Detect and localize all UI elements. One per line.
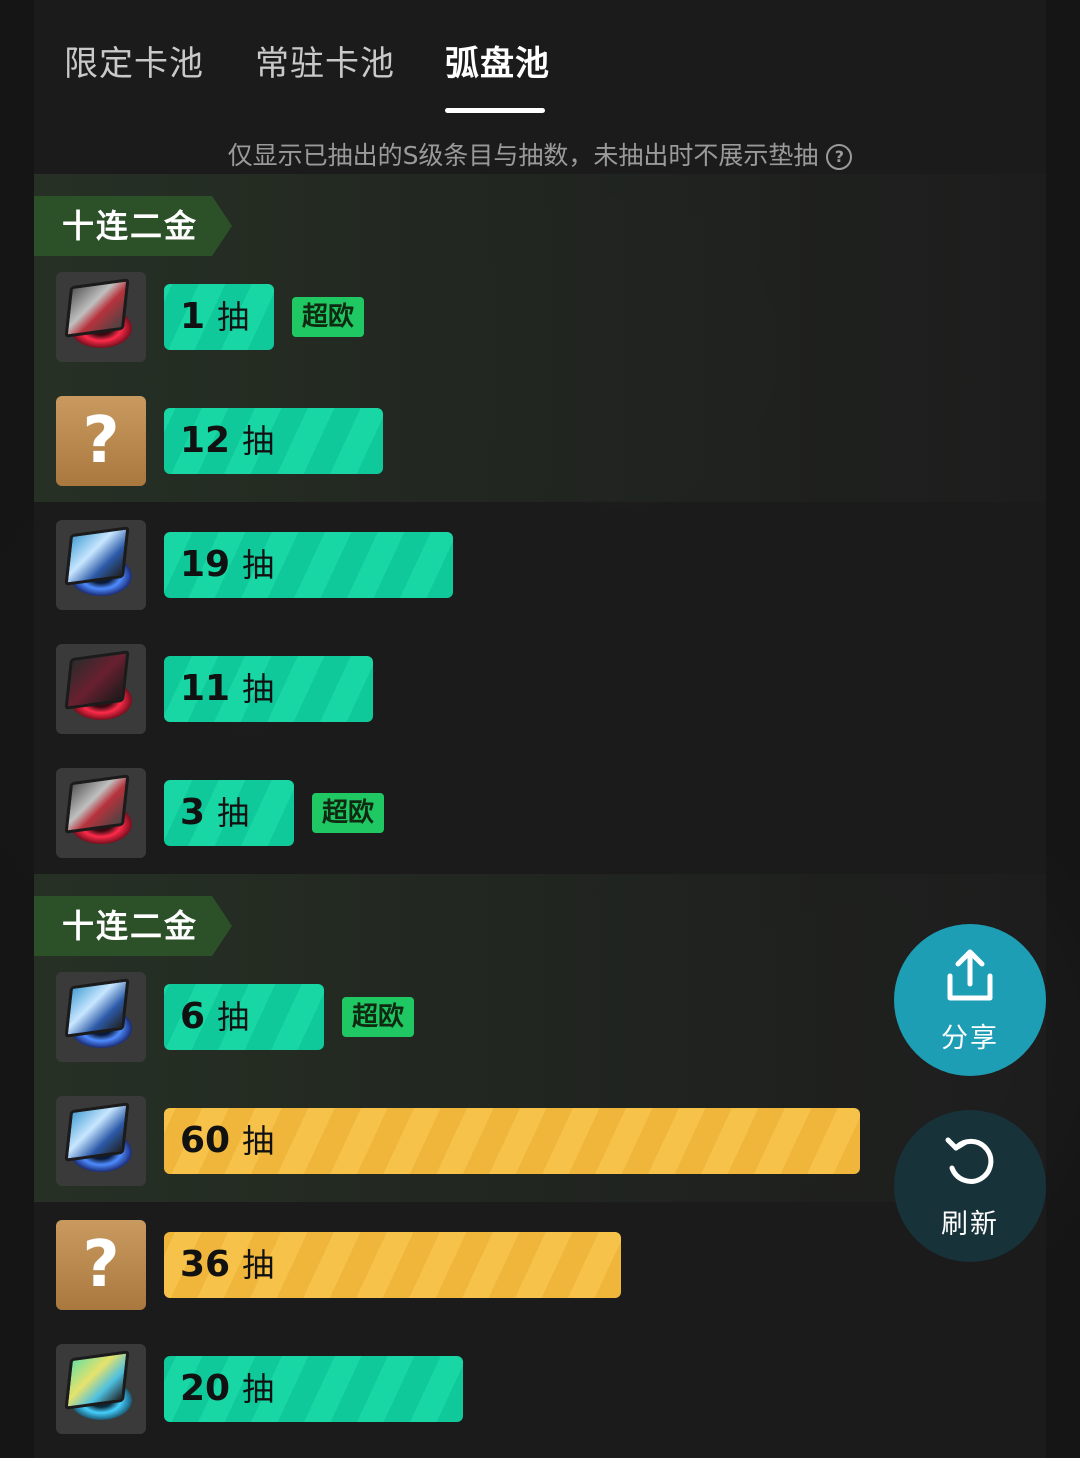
refresh-label: 刷新 xyxy=(941,1209,999,1240)
pull-unit: 抽 xyxy=(242,1122,275,1160)
unknown-question-icon[interactable]: ? xyxy=(56,1220,146,1310)
pull-unit: 抽 xyxy=(242,546,275,584)
group-tag: 十连二金 xyxy=(34,196,232,256)
pull-count: 3 xyxy=(180,792,206,833)
pull-count-bar: 6抽 xyxy=(164,984,324,1050)
tab-limited-pool[interactable]: 限定卡池 xyxy=(64,36,204,85)
tab-standard-pool[interactable]: 常驻卡池 xyxy=(255,36,395,85)
group-tag: 十连二金 xyxy=(34,896,232,956)
pull-count: 6 xyxy=(180,996,206,1037)
pull-record-row: 20 抽 xyxy=(34,1344,894,1434)
lucky-badge: 超欧 xyxy=(292,297,365,337)
notice-text: 仅显示已抽出的S级条目与抽数，未抽出时不展示垫抽? xyxy=(34,136,1046,172)
question-mark: ? xyxy=(82,404,120,478)
refresh-icon xyxy=(945,1137,994,1184)
pull-record-row: ? 12 抽 xyxy=(34,396,894,486)
pull-record-row: 19 抽 xyxy=(34,520,894,610)
blue-disc-icon[interactable] xyxy=(56,1096,146,1186)
blue-disc-icon[interactable] xyxy=(56,972,146,1062)
share-label: 分享 xyxy=(941,1023,999,1054)
notice-label: 仅显示已抽出的S级条目与抽数，未抽出时不展示垫抽 xyxy=(227,141,819,170)
cyan-disc-icon[interactable] xyxy=(56,1344,146,1434)
pull-count-bar: 11 抽 xyxy=(164,656,373,722)
pull-count-bar: 1抽 xyxy=(164,284,274,350)
share-icon xyxy=(947,949,993,1001)
disc-case-graphic xyxy=(64,278,130,338)
pull-unit: 抽 xyxy=(242,670,275,708)
pull-count: 36 xyxy=(180,1244,231,1285)
pull-count: 20 xyxy=(180,1368,231,1409)
pull-unit: 抽 xyxy=(242,1246,275,1284)
active-tab-indicator xyxy=(445,108,545,113)
pull-count-bar: 60 抽 xyxy=(164,1108,860,1174)
pull-record-row: 3 抽超欧 xyxy=(34,768,894,858)
disc-case-graphic xyxy=(64,1102,130,1162)
question-mark: ? xyxy=(82,1228,120,1302)
pull-count: 19 xyxy=(180,544,231,585)
pull-count-bar: 19 抽 xyxy=(164,532,453,598)
disc-case-graphic xyxy=(64,1350,130,1410)
red-disc-icon[interactable] xyxy=(56,272,146,362)
pull-count: 1 xyxy=(180,296,206,337)
pull-count: 11 xyxy=(180,668,231,709)
pull-count: 60 xyxy=(180,1120,231,1161)
disc-case-graphic xyxy=(64,774,130,834)
blue-disc-icon[interactable] xyxy=(56,520,146,610)
pull-count-bar: 3抽 xyxy=(164,780,294,846)
pull-count-bar: 20 抽 xyxy=(164,1356,463,1422)
pull-unit: 抽 xyxy=(242,422,275,460)
disc-case-graphic xyxy=(64,978,130,1038)
pull-record-row: 11 抽 xyxy=(34,644,894,734)
share-button[interactable]: 分享 xyxy=(894,924,1046,1076)
pull-record-row: 6 抽超欧 xyxy=(34,972,894,1062)
disc-case-graphic xyxy=(64,526,130,586)
pull-record-row: ? 36 抽 xyxy=(34,1220,894,1310)
pull-record-row: 60 抽 xyxy=(34,1096,894,1186)
pull-unit: 抽 xyxy=(242,1370,275,1408)
tab-disc-pool[interactable]: 弧盘池 xyxy=(445,36,550,85)
pull-record-row: 1 抽超欧 xyxy=(34,272,894,362)
lucky-badge: 超欧 xyxy=(312,793,385,833)
pull-count-bar: 36 抽 xyxy=(164,1232,621,1298)
red-disc-icon[interactable] xyxy=(56,768,146,858)
disc-case-graphic xyxy=(64,650,130,710)
pull-unit: 抽 xyxy=(217,794,250,832)
refresh-button[interactable]: 刷新 xyxy=(894,1110,1046,1262)
pull-count: 12 xyxy=(180,420,231,461)
unknown-question-icon[interactable]: ? xyxy=(56,396,146,486)
pool-tabs: 限定卡池 常驻卡池 弧盘池 xyxy=(34,0,1046,120)
pull-unit: 抽 xyxy=(217,998,250,1036)
red-disc-icon[interactable] xyxy=(56,644,146,734)
lucky-badge: 超欧 xyxy=(342,997,415,1037)
pull-count-bar: 12 抽 xyxy=(164,408,383,474)
help-icon[interactable]: ? xyxy=(826,144,853,170)
pull-unit: 抽 xyxy=(217,298,250,336)
